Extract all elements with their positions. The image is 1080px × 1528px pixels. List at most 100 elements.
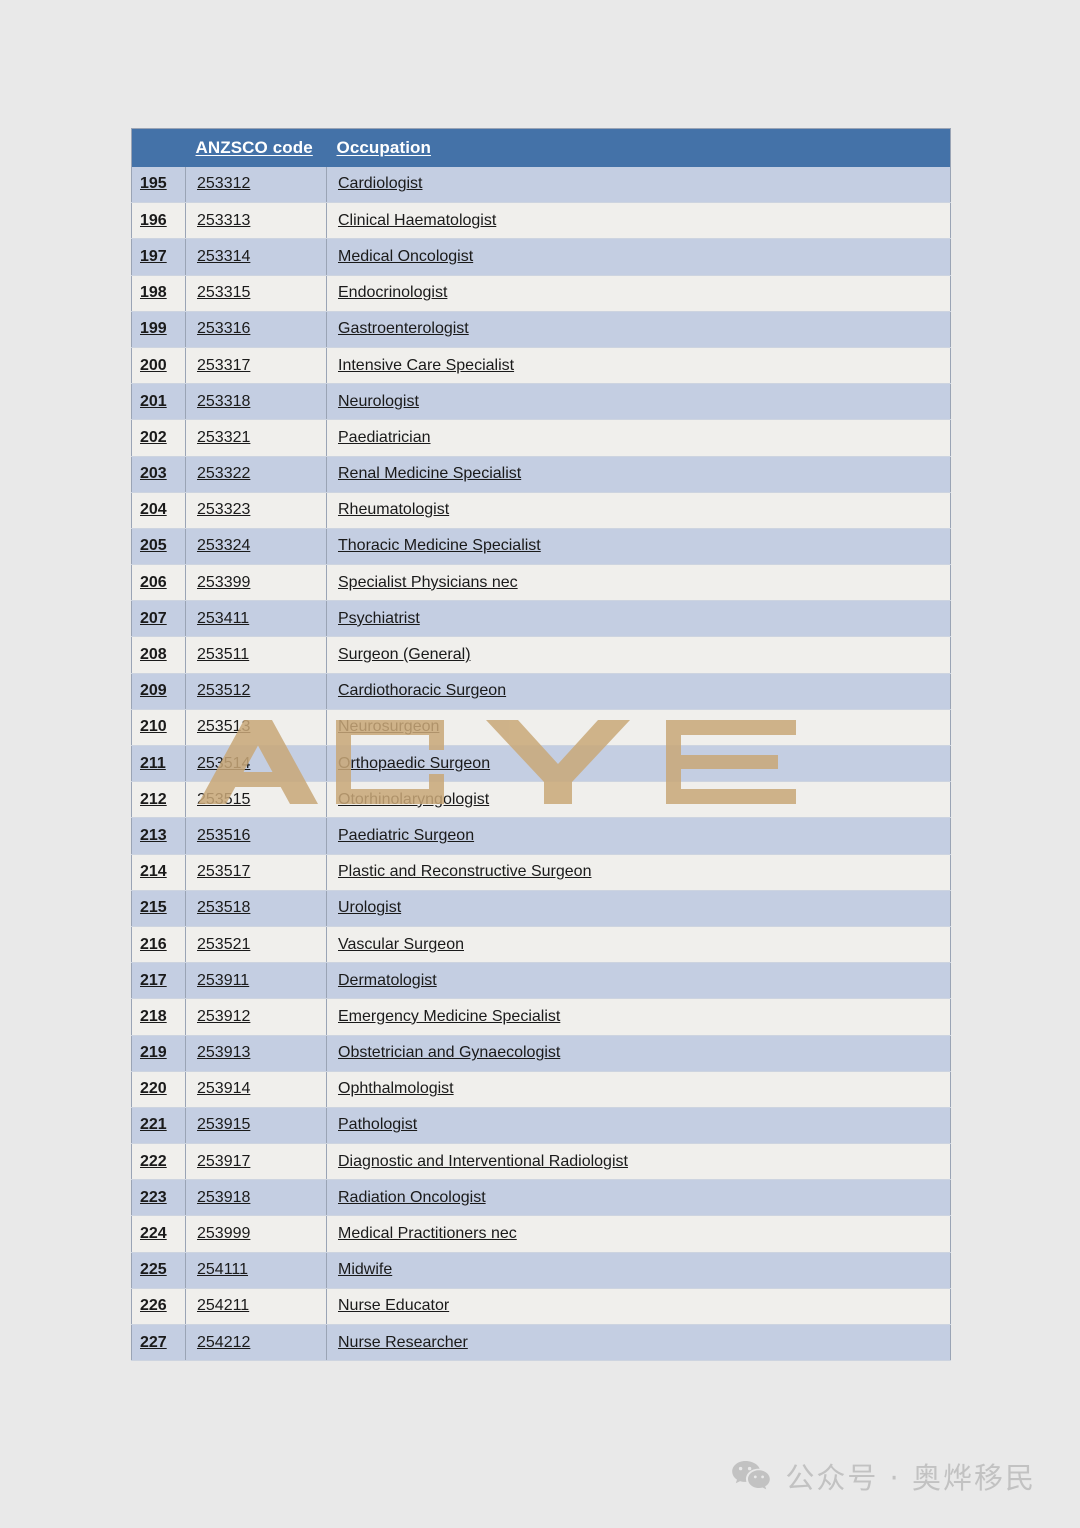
row-index-text: 213 (140, 826, 167, 844)
occupation-text: Vascular Surgeon (338, 935, 464, 953)
table-row[interactable]: 216 253521 Vascular Surgeon (131, 926, 951, 964)
occupation-text: Cardiologist (338, 175, 423, 193)
anzsco-code-text: 253516 (197, 826, 251, 844)
table-row[interactable]: 197 253314 Medical Oncologist (131, 238, 951, 276)
row-index-text: 220 (140, 1080, 167, 1098)
table-row[interactable]: 214 253517 Plastic and Reconstructive Surg… (131, 854, 951, 891)
cell-occupation: Thoracic Medicine Specialist (326, 528, 951, 566)
table-row[interactable]: 201 253318 Neurologist (131, 383, 951, 421)
cell-anzsco-code: 253514 (185, 745, 327, 783)
cell-occupation: Neurologist (326, 383, 951, 421)
row-index-text: 196 (140, 211, 167, 229)
table-header: ANZSCO code Occupation (131, 128, 951, 167)
cell-row-index: 203 (131, 456, 186, 493)
cell-row-index: 196 (131, 202, 186, 240)
table-row[interactable]: 218 253912 Emergency Medicine Specialist (131, 998, 951, 1036)
table-row[interactable]: 203 253322 Renal Medicine Specialist (131, 456, 951, 493)
cell-row-index: 222 (131, 1143, 186, 1181)
anzsco-code-text: 253312 (197, 175, 251, 193)
table-row[interactable]: 198 253315 Endocrinologist (131, 275, 951, 312)
table-row[interactable]: 222 253917 Diagnostic and Interventional R… (131, 1143, 951, 1181)
table-row[interactable]: 205 253324 Thoracic Medicine Specialist (131, 528, 951, 566)
document-sheet: ANZSCO code Occupation 195 253312 Cardiolo… (131, 128, 951, 1362)
table-row[interactable]: 221 253915 Pathologist (131, 1107, 951, 1145)
table-row[interactable]: 196 253313 Clinical Haematologist (131, 202, 951, 240)
table-row[interactable]: 227 254212 Nurse Researcher (131, 1324, 951, 1362)
occupation-text: Intensive Care Specialist (338, 356, 515, 374)
table-row[interactable]: 200 253317 Intensive Care Specialist (131, 347, 951, 385)
table-row[interactable]: 206 253399 Specialist Physicians nec (131, 564, 951, 602)
table-row[interactable]: 195 253312 Cardiologist (131, 166, 951, 204)
anzsco-code-text: 253513 (197, 718, 251, 736)
cell-anzsco-code: 253521 (185, 926, 327, 964)
row-index-text: 223 (140, 1188, 167, 1206)
table-row[interactable]: 211 253514 Orthopaedic Surgeon (131, 745, 951, 783)
row-index-text: 206 (140, 573, 167, 591)
occupation-text: Medical Oncologist (338, 247, 474, 265)
anzsco-code-text: 253321 (197, 428, 251, 446)
anzsco-code-text: 253515 (197, 790, 251, 808)
table-row[interactable]: 207 253411 Psychiatrist (131, 600, 951, 638)
cell-occupation: Clinical Haematologist (326, 202, 951, 240)
table-row[interactable]: 215 253518 Urologist (131, 890, 951, 927)
row-index-text: 227 (140, 1333, 167, 1351)
cell-occupation: Dermatologist (326, 962, 951, 1000)
column-header-anzsco-code: ANZSCO code (185, 128, 327, 167)
occupation-text: Obstetrician and Gynaecologist (338, 1044, 561, 1062)
row-index-text: 216 (140, 935, 167, 953)
row-index-text: 200 (140, 356, 167, 374)
row-index-text: 208 (140, 646, 167, 664)
cell-anzsco-code: 253317 (185, 347, 327, 385)
occupation-text: Pathologist (338, 1116, 418, 1134)
occupation-text: Paediatrician (338, 428, 431, 446)
cell-row-index: 208 (131, 636, 186, 674)
row-index-text: 211 (140, 754, 166, 772)
occupation-text: Plastic and Reconstructive Surgeon (338, 863, 592, 881)
occupation-text: Orthopaedic Surgeon (338, 754, 491, 772)
table-row[interactable]: 204 253323 Rheumatologist (131, 492, 951, 529)
cell-row-index: 200 (131, 347, 186, 385)
cell-occupation: Obstetrician and Gynaecologist (326, 1035, 951, 1072)
table-row[interactable]: 220 253914 Ophthalmologist (131, 1071, 951, 1108)
cell-anzsco-code: 253324 (185, 528, 327, 566)
table-row[interactable]: 208 253511 Surgeon (General) (131, 636, 951, 674)
cell-row-index: 204 (131, 492, 186, 529)
occupation-text: Endocrinologist (338, 284, 448, 302)
cell-anzsco-code: 253411 (185, 600, 327, 638)
cell-anzsco-code: 253314 (185, 238, 327, 276)
table-row[interactable]: 199 253316 Gastroenterologist (131, 311, 951, 348)
anzsco-code-text: 253511 (197, 646, 250, 664)
table-row[interactable]: 213 253516 Paediatric Surgeon (131, 817, 951, 855)
row-index-text: 217 (140, 971, 167, 989)
table-row[interactable]: 212 253515 Otorhinolaryngologist (131, 781, 951, 819)
table-row[interactable]: 209 253512 Cardiothoracic Surgeon (131, 673, 951, 710)
footer-inner: 公众号 · 奥烨移民 (731, 1455, 1036, 1497)
row-index-text: 202 (140, 428, 167, 446)
occupation-text: Medical Practitioners nec (338, 1225, 517, 1243)
occupation-text: Clinical Haematologist (338, 211, 497, 229)
row-index-text: 197 (140, 247, 167, 265)
anzsco-code-text: 253521 (197, 935, 251, 953)
cell-anzsco-code: 253911 (185, 962, 327, 1000)
column-header-index (131, 128, 186, 167)
cell-row-index: 215 (131, 890, 186, 927)
anzsco-code-text: 253912 (197, 1007, 251, 1025)
table-row[interactable]: 202 253321 Paediatrician (131, 419, 951, 457)
table-row[interactable]: 224 253999 Medical Practitioners nec (131, 1215, 951, 1253)
table-row[interactable]: 210 253513 Neurosurgeon (131, 709, 951, 747)
table-row[interactable]: 219 253913 Obstetrician and Gynaecologist (131, 1035, 951, 1072)
table-row[interactable]: 225 254111 Midwife (131, 1252, 951, 1289)
cell-occupation: Midwife (326, 1252, 951, 1289)
occupation-text: Diagnostic and Interventional Radiologis… (338, 1152, 628, 1170)
table-row[interactable]: 226 254211 Nurse Educator (131, 1288, 951, 1326)
table-row[interactable]: 223 253918 Radiation Oncologist (131, 1179, 951, 1217)
cell-row-index: 227 (131, 1324, 186, 1362)
column-header-anzsco-code-label: ANZSCO code (195, 137, 313, 157)
table-row[interactable]: 217 253911 Dermatologist (131, 962, 951, 1000)
row-index-text: 204 (140, 501, 167, 519)
cell-row-index: 201 (131, 383, 186, 421)
cell-occupation: Psychiatrist (326, 600, 951, 638)
anzsco-code-text: 253313 (197, 211, 251, 229)
cell-anzsco-code: 253914 (185, 1071, 327, 1108)
cell-row-index: 211 (131, 745, 186, 783)
